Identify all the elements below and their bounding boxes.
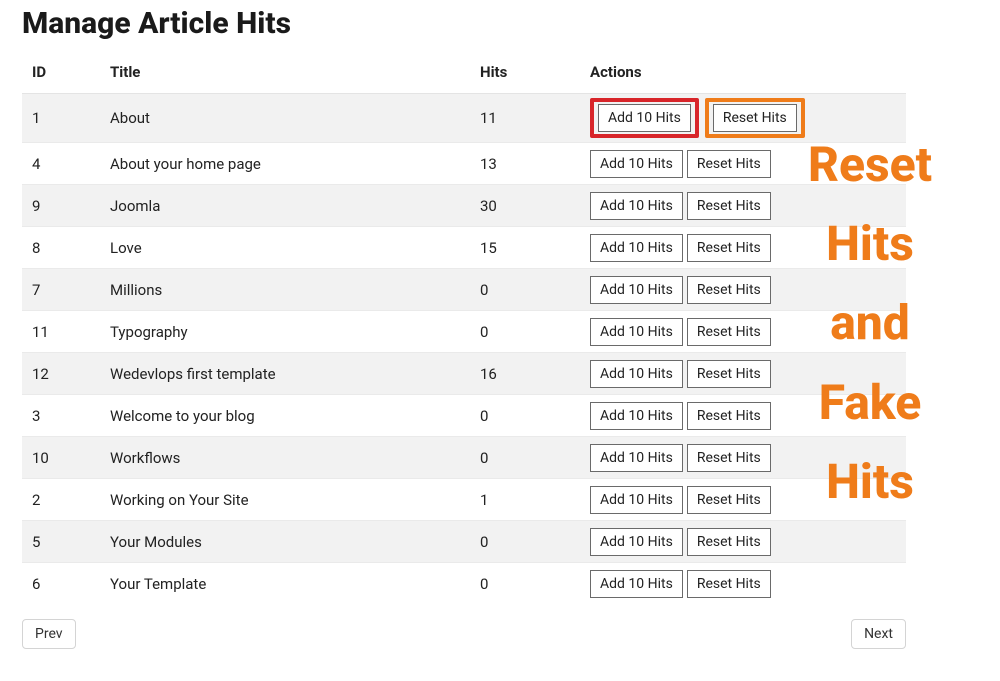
cell-hits: 13 [470, 143, 580, 185]
reset-hits-button[interactable]: Reset Hits [687, 570, 771, 598]
cell-id: 5 [22, 521, 100, 563]
cell-actions: Add 10 HitsReset Hits [580, 479, 906, 521]
cell-title: Your Template [100, 563, 470, 605]
add-hits-button[interactable]: Add 10 Hits [590, 192, 683, 220]
add-hits-button[interactable]: Add 10 Hits [590, 444, 683, 472]
cell-title: Millions [100, 269, 470, 311]
reset-hits-button[interactable]: Reset Hits [687, 528, 771, 556]
cell-title: Wedevlops first template [100, 353, 470, 395]
column-header-id: ID [22, 55, 100, 94]
cell-actions: Add 10 HitsReset Hits [580, 563, 906, 605]
cell-id: 12 [22, 353, 100, 395]
cell-hits: 16 [470, 353, 580, 395]
table-row: 1About11 Add 10 Hits Reset Hits [22, 94, 906, 143]
table-row: 2Working on Your Site1Add 10 HitsReset H… [22, 479, 906, 521]
cell-id: 11 [22, 311, 100, 353]
cell-actions: Add 10 HitsReset Hits [580, 437, 906, 479]
cell-actions: Add 10 HitsReset Hits [580, 521, 906, 563]
cell-id: 3 [22, 395, 100, 437]
table-row: 5Your Modules0Add 10 HitsReset Hits [22, 521, 906, 563]
cell-id: 2 [22, 479, 100, 521]
cell-hits: 0 [470, 269, 580, 311]
column-header-actions: Actions [580, 55, 906, 94]
add-hits-button[interactable]: Add 10 Hits [590, 234, 683, 262]
table-row: 3Welcome to your blog0Add 10 HitsReset H… [22, 395, 906, 437]
table-row: 6Your Template0Add 10 HitsReset Hits [22, 563, 906, 605]
prev-button[interactable]: Prev [22, 619, 76, 649]
table-header-row: ID Title Hits Actions [22, 55, 906, 94]
cell-title: Working on Your Site [100, 479, 470, 521]
cell-actions: Add 10 HitsReset Hits [580, 311, 906, 353]
highlight-box-red: Add 10 Hits [590, 98, 699, 138]
cell-actions: Add 10 HitsReset Hits [580, 185, 906, 227]
cell-title: Welcome to your blog [100, 395, 470, 437]
cell-title: Joomla [100, 185, 470, 227]
reset-hits-button[interactable]: Reset Hits [687, 150, 771, 178]
add-hits-button[interactable]: Add 10 Hits [590, 528, 683, 556]
cell-id: 1 [22, 94, 100, 143]
reset-hits-button[interactable]: Reset Hits [687, 234, 771, 262]
article-hits-table: ID Title Hits Actions 1About11Add 10 Hit… [22, 55, 906, 605]
add-hits-button[interactable]: Add 10 Hits [590, 276, 683, 304]
cell-actions: Add 10 HitsReset Hits [580, 353, 906, 395]
table-row: 9Joomla30Add 10 HitsReset Hits [22, 185, 906, 227]
reset-hits-button[interactable]: Reset Hits [687, 360, 771, 388]
next-button[interactable]: Next [851, 619, 906, 649]
cell-actions: Add 10 Hits Reset Hits [580, 94, 906, 143]
cell-title: About [100, 94, 470, 143]
cell-id: 6 [22, 563, 100, 605]
reset-hits-button[interactable]: Reset Hits [687, 318, 771, 346]
cell-hits: 0 [470, 521, 580, 563]
reset-hits-button[interactable]: Reset Hits [687, 402, 771, 430]
reset-hits-button[interactable]: Reset Hits [687, 276, 771, 304]
reset-hits-button[interactable]: Reset Hits [687, 486, 771, 514]
cell-title: Workflows [100, 437, 470, 479]
add-hits-button[interactable]: Add 10 Hits [590, 402, 683, 430]
reset-hits-button[interactable]: Reset Hits [687, 444, 771, 472]
cell-id: 4 [22, 143, 100, 185]
table-row: 8Love15Add 10 HitsReset Hits [22, 227, 906, 269]
column-header-title: Title [100, 55, 470, 94]
cell-hits: 30 [470, 185, 580, 227]
highlight-box-orange: Reset Hits [705, 98, 805, 138]
table-row: 11Typography0Add 10 HitsReset Hits [22, 311, 906, 353]
reset-hits-button[interactable]: Reset Hits [713, 104, 797, 132]
cell-hits: 11 [470, 94, 580, 143]
table-row: 4About your home page13Add 10 HitsReset … [22, 143, 906, 185]
cell-actions: Add 10 HitsReset Hits [580, 269, 906, 311]
cell-actions: Add 10 HitsReset Hits [580, 143, 906, 185]
cell-hits: 0 [470, 395, 580, 437]
cell-hits: 15 [470, 227, 580, 269]
cell-actions: Add 10 HitsReset Hits [580, 395, 906, 437]
cell-title: Typography [100, 311, 470, 353]
table-row: 7Millions0Add 10 HitsReset Hits [22, 269, 906, 311]
highlight-group: Add 10 Hits Reset Hits [590, 98, 805, 138]
add-hits-button[interactable]: Add 10 Hits [598, 104, 691, 132]
cell-id: 10 [22, 437, 100, 479]
table-row: 10Workflows0Add 10 HitsReset Hits [22, 437, 906, 479]
page-title: Manage Article Hits [22, 6, 982, 41]
add-hits-button[interactable]: Add 10 Hits [590, 486, 683, 514]
cell-id: 8 [22, 227, 100, 269]
cell-title: About your home page [100, 143, 470, 185]
cell-hits: 0 [470, 563, 580, 605]
table-row: 12Wedevlops first template16Add 10 HitsR… [22, 353, 906, 395]
reset-hits-button[interactable]: Reset Hits [687, 192, 771, 220]
cell-title: Love [100, 227, 470, 269]
cell-title: Your Modules [100, 521, 470, 563]
add-hits-button[interactable]: Add 10 Hits [590, 360, 683, 388]
cell-hits: 1 [470, 479, 580, 521]
add-hits-button[interactable]: Add 10 Hits [590, 570, 683, 598]
add-hits-button[interactable]: Add 10 Hits [590, 150, 683, 178]
cell-id: 9 [22, 185, 100, 227]
cell-hits: 0 [470, 437, 580, 479]
pager: Prev Next [22, 619, 906, 649]
column-header-hits: Hits [470, 55, 580, 94]
cell-id: 7 [22, 269, 100, 311]
add-hits-button[interactable]: Add 10 Hits [590, 318, 683, 346]
cell-actions: Add 10 HitsReset Hits [580, 227, 906, 269]
cell-hits: 0 [470, 311, 580, 353]
